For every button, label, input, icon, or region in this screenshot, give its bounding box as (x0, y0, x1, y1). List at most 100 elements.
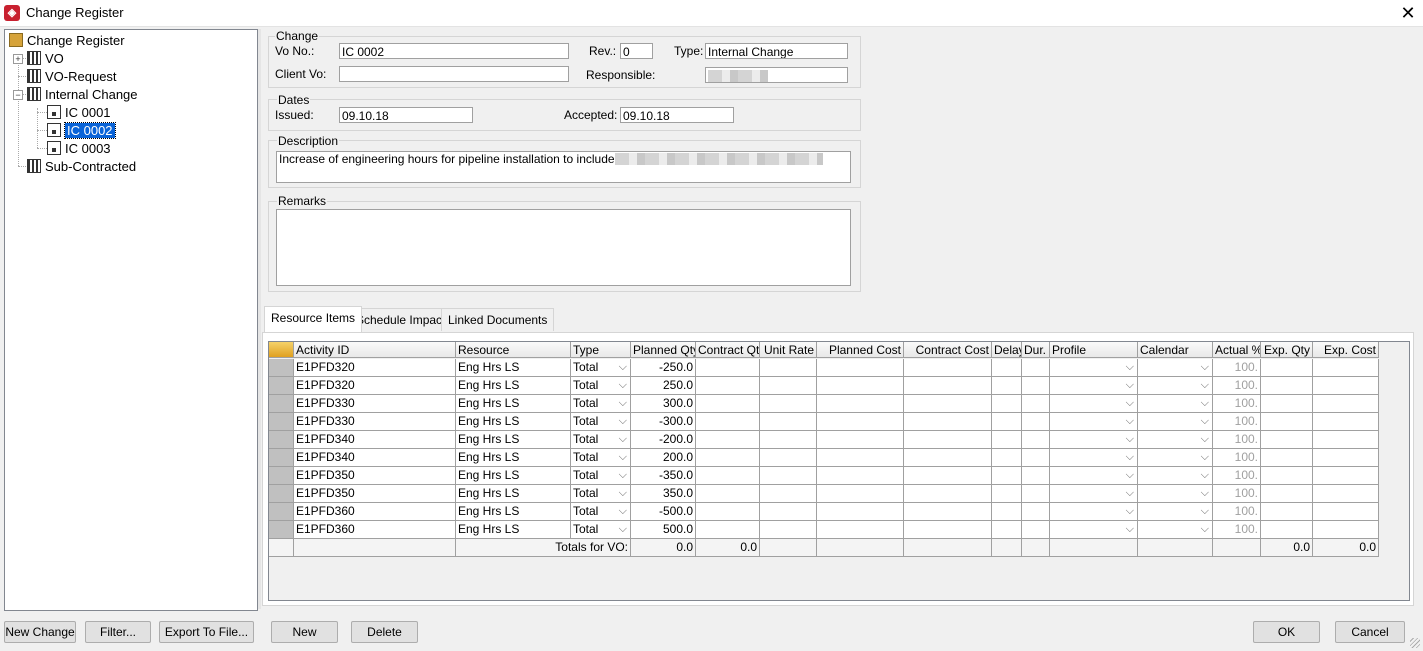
export-to-file-button[interactable]: Export To File... (159, 621, 254, 643)
tree-root[interactable]: Change Register (9, 32, 125, 49)
column-header-activity-id[interactable]: Activity ID (294, 342, 456, 358)
tree-item-sub-contracted[interactable]: Sub-Contracted (27, 158, 136, 175)
new-change-button[interactable]: New Change (4, 621, 76, 643)
cell-profile[interactable] (1050, 431, 1138, 449)
cell-exp-qty[interactable] (1261, 395, 1313, 413)
cell-planned-qty[interactable]: 200.0 (631, 449, 696, 467)
cell-type[interactable]: Total (571, 485, 631, 503)
cell-planned-qty[interactable]: 250.0 (631, 377, 696, 395)
cell-planned-qty[interactable]: -500.0 (631, 503, 696, 521)
column-header-calendar[interactable]: Calendar (1138, 342, 1213, 358)
cell-profile[interactable] (1050, 467, 1138, 485)
client-vo-field[interactable] (339, 66, 569, 82)
cell-exp-cost[interactable] (1313, 467, 1379, 485)
accepted-date-field[interactable]: 09.10.18 (620, 107, 734, 123)
remarks-textarea[interactable] (276, 209, 851, 286)
type-field[interactable]: Internal Change (705, 43, 848, 59)
cell-dur[interactable] (1022, 431, 1050, 449)
cell-calendar[interactable] (1138, 413, 1213, 431)
cell-resource[interactable]: Eng Hrs LS (456, 521, 571, 539)
resize-grip-icon[interactable] (1410, 638, 1420, 648)
cell-contract-qty[interactable] (696, 359, 760, 377)
cell-activity-id[interactable]: E1PFD320 (294, 359, 456, 377)
cell-dur[interactable] (1022, 395, 1050, 413)
column-header-resource[interactable]: Resource (456, 342, 571, 358)
cell-calendar[interactable] (1138, 395, 1213, 413)
cell-exp-cost[interactable] (1313, 431, 1379, 449)
column-header-contract-cost[interactable]: Contract Cost (904, 342, 992, 358)
cell-resource[interactable]: Eng Hrs LS (456, 431, 571, 449)
cell-dur[interactable] (1022, 449, 1050, 467)
cell-profile[interactable] (1050, 413, 1138, 431)
cell-calendar[interactable] (1138, 359, 1213, 377)
cell-actual-pct[interactable]: 100. (1213, 431, 1261, 449)
column-header-planned-qty[interactable]: Planned Qty (631, 342, 696, 358)
cell-exp-cost[interactable] (1313, 485, 1379, 503)
cell-delay[interactable] (992, 467, 1022, 485)
cell-type[interactable]: Total (571, 467, 631, 485)
cell-contract-qty[interactable] (696, 467, 760, 485)
column-header-exp-cost[interactable]: Exp. Cost (1313, 342, 1379, 358)
cell-type[interactable]: Total (571, 503, 631, 521)
tree-item-vo-request[interactable]: VO-Request (27, 68, 117, 85)
cell-activity-id[interactable]: E1PFD360 (294, 503, 456, 521)
close-icon[interactable]: ✕ (1396, 2, 1420, 24)
cell-activity-id[interactable]: E1PFD340 (294, 431, 456, 449)
cell-contract-qty[interactable] (696, 485, 760, 503)
row-selector[interactable] (269, 377, 294, 395)
cell-contract-cost[interactable] (904, 467, 992, 485)
cell-profile[interactable] (1050, 395, 1138, 413)
row-selector[interactable] (269, 359, 294, 377)
cell-delay[interactable] (992, 413, 1022, 431)
cell-delay[interactable] (992, 503, 1022, 521)
row-selector[interactable] (269, 503, 294, 521)
cell-exp-qty[interactable] (1261, 377, 1313, 395)
tree-item-ic-0002[interactable]: IC 0002 (47, 122, 116, 139)
cell-planned-qty[interactable]: -350.0 (631, 467, 696, 485)
cell-exp-cost[interactable] (1313, 521, 1379, 539)
cell-actual-pct[interactable]: 100. (1213, 359, 1261, 377)
cell-type[interactable]: Total (571, 521, 631, 539)
cell-planned-qty[interactable]: -200.0 (631, 431, 696, 449)
cell-delay[interactable] (992, 449, 1022, 467)
ok-button[interactable]: OK (1253, 621, 1320, 643)
cell-planned-qty[interactable]: -300.0 (631, 413, 696, 431)
cell-activity-id[interactable]: E1PFD360 (294, 521, 456, 539)
cell-exp-qty[interactable] (1261, 467, 1313, 485)
cell-contract-qty[interactable] (696, 503, 760, 521)
cell-actual-pct[interactable]: 100. (1213, 485, 1261, 503)
cell-profile[interactable] (1050, 503, 1138, 521)
cell-type[interactable]: Total (571, 377, 631, 395)
description-textarea[interactable]: Increase of engineering hours for pipeli… (276, 151, 851, 183)
cancel-button[interactable]: Cancel (1335, 621, 1405, 643)
tab-schedule-impact[interactable]: Schedule Impact (349, 308, 453, 331)
column-header-delay[interactable]: Delay (992, 342, 1022, 358)
cell-planned-qty[interactable]: 500.0 (631, 521, 696, 539)
cell-exp-cost[interactable] (1313, 377, 1379, 395)
collapse-internal-change-icon[interactable]: − (13, 90, 23, 100)
cell-contract-cost[interactable] (904, 377, 992, 395)
tab-linked-documents[interactable]: Linked Documents (441, 308, 555, 331)
cell-delay[interactable] (992, 431, 1022, 449)
cell-contract-cost[interactable] (904, 485, 992, 503)
cell-planned-qty[interactable]: 350.0 (631, 485, 696, 503)
column-header-contract-qty[interactable]: Contract Qty (696, 342, 760, 358)
rev-field[interactable]: 0 (620, 43, 653, 59)
cell-dur[interactable] (1022, 521, 1050, 539)
cell-contract-qty[interactable] (696, 395, 760, 413)
cell-activity-id[interactable]: E1PFD330 (294, 395, 456, 413)
cell-contract-cost[interactable] (904, 503, 992, 521)
issued-date-field[interactable]: 09.10.18 (339, 107, 473, 123)
column-header-profile[interactable]: Profile (1050, 342, 1138, 358)
cell-exp-qty[interactable] (1261, 449, 1313, 467)
cell-type[interactable]: Total (571, 449, 631, 467)
cell-delay[interactable] (992, 377, 1022, 395)
cell-dur[interactable] (1022, 377, 1050, 395)
cell-actual-pct[interactable]: 100. (1213, 449, 1261, 467)
cell-dur[interactable] (1022, 485, 1050, 503)
cell-calendar[interactable] (1138, 503, 1213, 521)
cell-resource[interactable]: Eng Hrs LS (456, 377, 571, 395)
cell-profile[interactable] (1050, 359, 1138, 377)
cell-exp-qty[interactable] (1261, 413, 1313, 431)
cell-exp-cost[interactable] (1313, 359, 1379, 377)
